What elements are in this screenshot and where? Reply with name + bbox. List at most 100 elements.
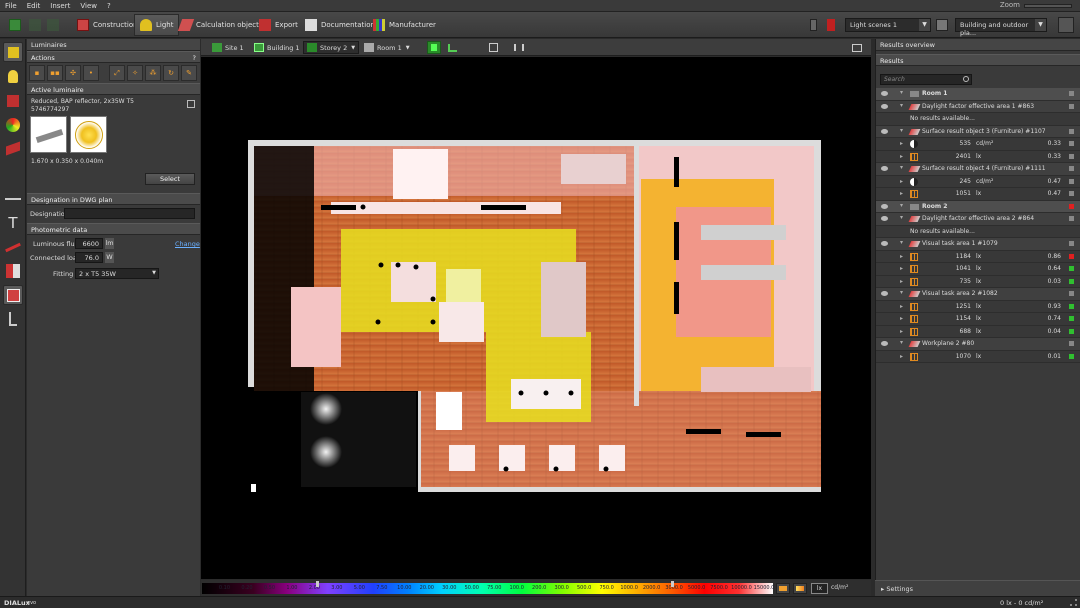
replace-button[interactable]: ⁂ <box>145 65 161 81</box>
light-scenes-select[interactable]: Light scenes 1 ▼ <box>845 18 931 32</box>
result-object-row[interactable]: ▾ Daylight factor effective area 2 #864 <box>876 213 1080 226</box>
render-button[interactable] <box>1053 14 1080 36</box>
result-object-row[interactable]: ▾ Visual task area 2 #1082 <box>876 288 1080 301</box>
change-link[interactable]: Change <box>175 240 200 248</box>
settings-bar[interactable]: ▸ Settings <box>875 580 1080 596</box>
circle-arrangement-button[interactable]: • <box>83 65 99 81</box>
result-object-row[interactable]: ▾ Workplane 2 #80 <box>876 338 1080 351</box>
result-object-row[interactable]: ▾ Visual task area 1 #1079 <box>876 238 1080 251</box>
result-value-row[interactable]: ▸ 1051 lx 0.47 <box>876 188 1080 201</box>
chevron-right-icon[interactable]: ▸ <box>900 353 903 360</box>
expand-toggle-icon[interactable]: ▾ <box>900 89 903 96</box>
visibility-eye-icon[interactable] <box>881 241 888 246</box>
dimension-tool[interactable] <box>3 189 23 209</box>
chevron-right-icon[interactable]: ▸ <box>900 265 903 272</box>
unit-lx-button[interactable]: lx <box>811 583 828 594</box>
menu-view[interactable]: View <box>75 2 102 10</box>
result-object-row[interactable]: ▾ Daylight factor effective area 1 #863 <box>876 100 1080 113</box>
select-button[interactable]: Select <box>145 173 195 185</box>
result-room-row[interactable]: ▾ Room 2 <box>876 200 1080 213</box>
expand-toggle-icon[interactable]: ▾ <box>900 164 903 171</box>
search-input[interactable]: Search <box>880 74 972 85</box>
color-tool[interactable] <box>3 115 23 135</box>
visibility-eye-icon[interactable] <box>881 341 888 346</box>
building-outdoor-select[interactable]: Building and outdoor pla... ▼ <box>955 18 1047 37</box>
result-value-row[interactable]: ▸ 535 cd/m² 0.33 <box>876 138 1080 151</box>
chevron-right-icon[interactable]: ▸ <box>900 178 903 185</box>
visibility-eye-icon[interactable] <box>881 103 888 109</box>
copy-icon[interactable] <box>187 100 195 108</box>
floor-plan-render[interactable] <box>201 57 871 579</box>
light-bulb-tool[interactable] <box>3 67 23 87</box>
expand-toggle-icon[interactable]: ▾ <box>900 127 903 134</box>
grid-tool[interactable] <box>3 261 23 281</box>
zoom-slider[interactable] <box>1024 4 1072 8</box>
result-value-row[interactable]: ▸ 1070 lx 0.01 <box>876 350 1080 363</box>
tab-light[interactable]: Light <box>134 14 180 36</box>
chevron-right-icon[interactable]: ▸ <box>900 278 903 285</box>
scale-min-handle[interactable] <box>316 581 319 587</box>
tab-export[interactable]: Export <box>254 14 303 36</box>
redo-button[interactable] <box>42 14 68 36</box>
flux-input[interactable]: 6600 <box>75 238 103 249</box>
edit-luminaire-button[interactable]: ✎ <box>181 65 197 81</box>
aim-button[interactable]: ✧ <box>127 65 143 81</box>
menu-insert[interactable]: Insert <box>45 2 75 10</box>
plan-viewport[interactable] <box>201 57 871 579</box>
single-luminaire-button[interactable]: ▪ <box>29 65 45 81</box>
designation-input[interactable] <box>64 208 195 219</box>
chevron-right-icon[interactable]: ▸ <box>900 140 903 147</box>
palette-button-2[interactable] <box>793 583 807 594</box>
result-value-row[interactable]: ▸ 1251 lx 0.93 <box>876 300 1080 313</box>
fullscreen-button[interactable] <box>849 41 865 54</box>
breadcrumb-site[interactable]: Site 1 <box>209 41 247 54</box>
breadcrumb-room[interactable]: Room 1 ▼ <box>361 41 413 54</box>
result-object-row[interactable]: ▾ Surface result object 4 (Furniture) #11… <box>876 163 1080 176</box>
measure-tool[interactable] <box>3 139 23 159</box>
expand-toggle-icon[interactable]: ▾ <box>900 102 903 109</box>
result-value-row[interactable]: ▸ 688 lx 0.04 <box>876 325 1080 338</box>
move-button[interactable]: ⤢ <box>109 65 125 81</box>
scale-max-handle[interactable] <box>671 581 674 587</box>
scene-settings-button[interactable] <box>931 14 957 36</box>
visibility-eye-icon[interactable] <box>881 166 888 171</box>
result-value-row[interactable]: ▸ 1154 lx 0.74 <box>876 313 1080 326</box>
breadcrumb-storey[interactable]: Storey 2 ▼ <box>303 41 360 54</box>
arrange-tool[interactable] <box>3 91 23 111</box>
visibility-eye-icon[interactable] <box>881 203 888 209</box>
menu-file[interactable]: File <box>0 2 22 10</box>
line-tool[interactable] <box>3 237 23 257</box>
palette-button[interactable] <box>776 583 790 594</box>
rotate-button[interactable]: ↻ <box>163 65 179 81</box>
result-value-row[interactable]: ▸ 245 cd/m² 0.47 <box>876 175 1080 188</box>
delete-scene-button[interactable] <box>822 14 844 36</box>
luminaires-tool[interactable] <box>3 42 23 62</box>
view-mode-2d-button[interactable] <box>427 41 441 54</box>
resize-grip-icon[interactable] <box>1070 599 1077 606</box>
expand-toggle-icon[interactable]: ▾ <box>900 339 903 346</box>
result-value-row[interactable]: ▸ 2401 lx 0.33 <box>876 150 1080 163</box>
chevron-right-icon[interactable]: ▸ <box>900 328 903 335</box>
fit-width-button[interactable] <box>511 41 527 54</box>
visibility-eye-icon[interactable] <box>881 291 888 296</box>
expand-toggle-icon[interactable]: ▾ <box>900 239 903 246</box>
result-value-row[interactable]: ▸ 1041 lx 0.64 <box>876 263 1080 276</box>
result-value-row[interactable]: ▸ 735 lx 0.03 <box>876 275 1080 288</box>
expand-toggle-icon[interactable]: ▾ <box>900 214 903 221</box>
result-room-row[interactable]: ▾ Room 1 <box>876 88 1080 101</box>
tab-manufacturer[interactable]: Manufacturer <box>368 14 441 36</box>
layout-tool[interactable] <box>3 285 23 305</box>
chevron-right-icon[interactable]: ▸ <box>900 190 903 197</box>
view-mode-3d-button[interactable] <box>445 41 460 54</box>
result-object-row[interactable]: ▾ Surface result object 3 (Furniture) #11… <box>876 125 1080 138</box>
field-arrangement-button[interactable]: ✣ <box>65 65 81 81</box>
expand-toggle-icon[interactable]: ▾ <box>900 202 903 209</box>
chevron-right-icon[interactable]: ▸ <box>900 253 903 260</box>
tab-construction[interactable]: Construction <box>72 14 143 36</box>
fitting-select[interactable]: 2 x T5 35W ▼ <box>75 268 159 279</box>
load-input[interactable]: 76.0 <box>75 252 103 263</box>
breadcrumb-building[interactable]: Building 1 <box>251 41 303 54</box>
chevron-right-icon[interactable]: ▸ <box>900 315 903 322</box>
visibility-eye-icon[interactable] <box>881 216 888 221</box>
polyline-tool[interactable] <box>3 309 23 329</box>
